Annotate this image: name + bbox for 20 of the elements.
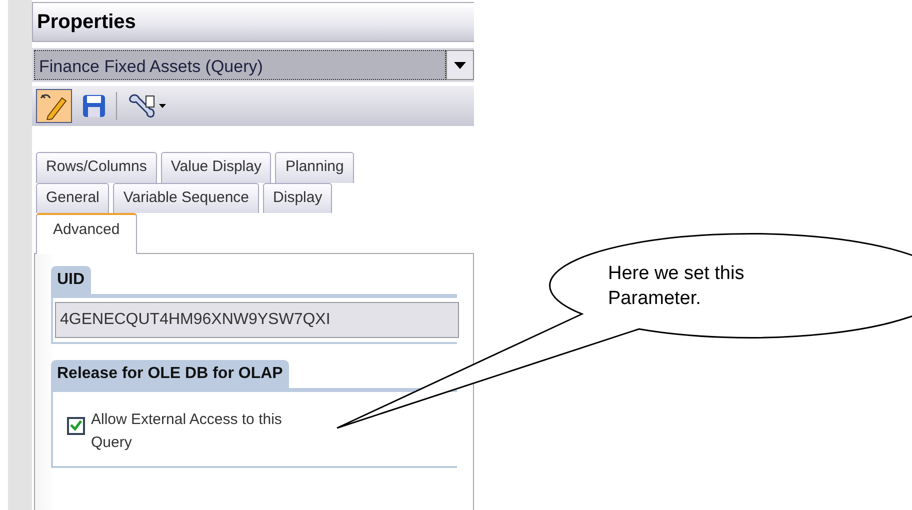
tab[interactable]: Value Display [160, 152, 272, 182]
uid-field[interactable]: 4GENECQUT4HM96XNW9YSW7QXI [55, 302, 459, 338]
tab[interactable]: Display [263, 182, 332, 213]
tab[interactable]: General [36, 182, 110, 213]
pencil-button[interactable] [36, 89, 72, 123]
panel-title: Properties [32, 2, 474, 42]
checkbox[interactable] [67, 416, 85, 434]
pencil-icon [39, 92, 69, 120]
group-header: Release for OLE DB for OLAP [51, 360, 289, 388]
tab[interactable]: Rows/Columns [36, 152, 157, 182]
group-header: UID [51, 266, 91, 294]
tab[interactable]: Advanced [36, 213, 137, 254]
tab[interactable]: Variable Sequence [113, 182, 260, 213]
save-icon [81, 92, 107, 120]
wrench-icon [126, 92, 168, 120]
checkbox-label: Allow External Access to this Query [91, 410, 283, 453]
callout-text: Here we set this Parameter. [608, 262, 746, 311]
dropdown-arrow-icon [454, 62, 466, 68]
tab[interactable]: Planning [275, 152, 354, 182]
object-dropdown[interactable]: Finance Fixed Assets (Query) [32, 48, 474, 82]
